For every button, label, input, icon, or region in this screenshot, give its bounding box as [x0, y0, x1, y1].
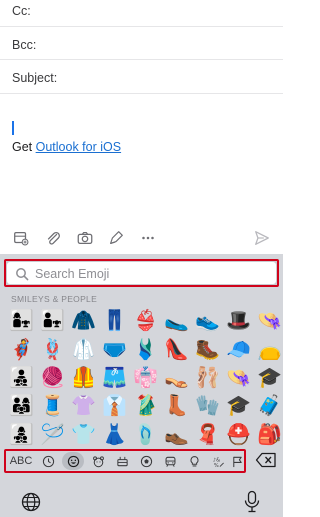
emoji-key[interactable]: 👩‍👧 — [6, 307, 37, 335]
compose-toolbar — [0, 222, 283, 254]
emoji-key[interactable]: 🎓 — [254, 364, 285, 392]
emoji-key[interactable]: 🥿 — [161, 307, 192, 335]
cc-field[interactable]: Cc: — [0, 0, 283, 27]
emoji-key[interactable]: 👞 — [161, 421, 192, 449]
backspace-icon — [255, 452, 276, 468]
emoji-key[interactable]: 🎓 — [223, 392, 254, 420]
emoji-key[interactable]: 👗 — [99, 421, 130, 449]
emoji-key[interactable]: ⛑️ — [223, 421, 254, 449]
emoji-key[interactable]: 🩴 — [130, 421, 161, 449]
emoji-key[interactable]: 🦸 — [6, 335, 37, 363]
pen-icon[interactable] — [106, 228, 126, 248]
abc-key[interactable]: ABC — [9, 452, 33, 470]
recent-icon[interactable] — [38, 452, 58, 470]
more-icon[interactable] — [138, 228, 158, 248]
emoji-key[interactable]: 🩰 — [192, 364, 223, 392]
cc-label: Cc: — [12, 4, 31, 18]
emoji-key[interactable]: 👒 — [254, 307, 285, 335]
activity-icon[interactable] — [136, 452, 156, 470]
text-cursor — [12, 121, 14, 135]
emoji-key[interactable]: 🧳 — [254, 392, 285, 420]
emoji-key[interactable]: 🎒 — [254, 421, 285, 449]
outlook-ios-link[interactable]: Outlook for iOS — [36, 140, 121, 154]
globe-icon[interactable] — [20, 491, 42, 513]
emoji-key[interactable]: 🩲 — [99, 335, 130, 363]
symbols-icon[interactable]: ♪&% — [208, 452, 228, 470]
emoji-category-bar: ABC ♪&% — [4, 449, 246, 473]
emoji-key[interactable]: 👨‍👧‍👦 — [6, 364, 37, 392]
emoji-key[interactable]: 🩱 — [130, 335, 161, 363]
emoji-key[interactable]: 🪡 — [37, 421, 68, 449]
emoji-key[interactable]: 👘 — [130, 364, 161, 392]
subject-label: Subject: — [12, 71, 58, 85]
delete-key[interactable] — [255, 451, 277, 469]
emoji-key[interactable]: 👒 — [223, 364, 254, 392]
emoji-search-box[interactable] — [4, 259, 279, 287]
emoji-key[interactable]: 🪢 — [37, 335, 68, 363]
emoji-key[interactable]: 👡 — [161, 364, 192, 392]
bcc-label: Bcc: — [12, 38, 37, 52]
subject-field[interactable]: Subject: — [0, 60, 283, 94]
emoji-section-label: SMILEYS & PEOPLE — [11, 294, 98, 304]
emoji-key[interactable]: 🧵 — [37, 392, 68, 420]
svg-text:%: % — [213, 463, 218, 468]
emoji-key[interactable]: 👠 — [161, 335, 192, 363]
emoji-key[interactable]: 🥼 — [68, 335, 99, 363]
emoji-key[interactable]: 🧤 — [192, 392, 223, 420]
smiley-icon[interactable] — [62, 452, 84, 470]
emoji-key[interactable]: 🥾 — [192, 335, 223, 363]
emoji-key[interactable]: 👕 — [68, 421, 99, 449]
bcc-field[interactable]: Bcc: — [0, 27, 283, 60]
animal-icon[interactable] — [88, 452, 108, 470]
signature-prefix: Get — [12, 140, 36, 154]
emoji-key[interactable]: 🎩 — [223, 307, 254, 335]
send-icon[interactable] — [252, 228, 272, 248]
objects-icon[interactable] — [184, 452, 204, 470]
food-icon[interactable] — [112, 452, 132, 470]
emoji-key[interactable]: 👔 — [99, 392, 130, 420]
emoji-key[interactable]: 👟 — [192, 307, 223, 335]
emoji-search-field[interactable] — [7, 262, 276, 284]
paperclip-icon[interactable] — [43, 228, 63, 248]
emoji-key[interactable]: 🧥 — [68, 307, 99, 335]
emoji-key[interactable]: 👨‍👧 — [37, 307, 68, 335]
emoji-key[interactable]: 👩‍👧‍👦 — [6, 421, 37, 449]
emoji-keyboard: SMILEYS & PEOPLE 👩‍👧👨‍👧🧥👖👙🥿👟🎩👒🦸🪢🥼🩲🩱👠🥾🧢👝👨… — [0, 254, 283, 517]
travel-icon[interactable] — [160, 452, 180, 470]
emoji-key[interactable]: 🧣 — [192, 421, 223, 449]
emoji-key[interactable]: 👙 — [130, 307, 161, 335]
emoji-key[interactable]: 🥻 — [130, 392, 161, 420]
camera-icon[interactable] — [75, 228, 95, 248]
emoji-key[interactable]: 👨‍👩‍👧 — [6, 392, 37, 420]
emoji-key[interactable]: 👖 — [99, 307, 130, 335]
emoji-key[interactable]: 🧢 — [223, 335, 254, 363]
emoji-grid: 👩‍👧 👨‍👧 🧥 👖 👙 🥿 👟 🎩 👒 🦸 🪢 🥼 🩲 🩱 👠 🥾 🧢 👝 👨‍👧‍👦 🧶 🦺 🩳 👘 👡 🩰 👒 🎓 👨‍👩‍👧… — [6, 307, 283, 449]
flag-icon[interactable] — [230, 452, 244, 470]
emoji-key[interactable]: 👚 — [68, 392, 99, 420]
emoji-key[interactable]: 👝 — [254, 335, 285, 363]
emoji-key[interactable]: 🦺 — [68, 364, 99, 392]
signature: Get Outlook for iOS — [12, 140, 121, 154]
microphone-icon[interactable] — [243, 490, 261, 514]
search-icon — [16, 268, 29, 281]
emoji-key[interactable]: 🩳 — [99, 364, 130, 392]
emoji-key[interactable]: 👢 — [161, 392, 192, 420]
emoji-key[interactable]: 🧶 — [37, 364, 68, 392]
emoji-search-input[interactable] — [35, 264, 265, 284]
attach-file-icon[interactable] — [11, 228, 31, 248]
